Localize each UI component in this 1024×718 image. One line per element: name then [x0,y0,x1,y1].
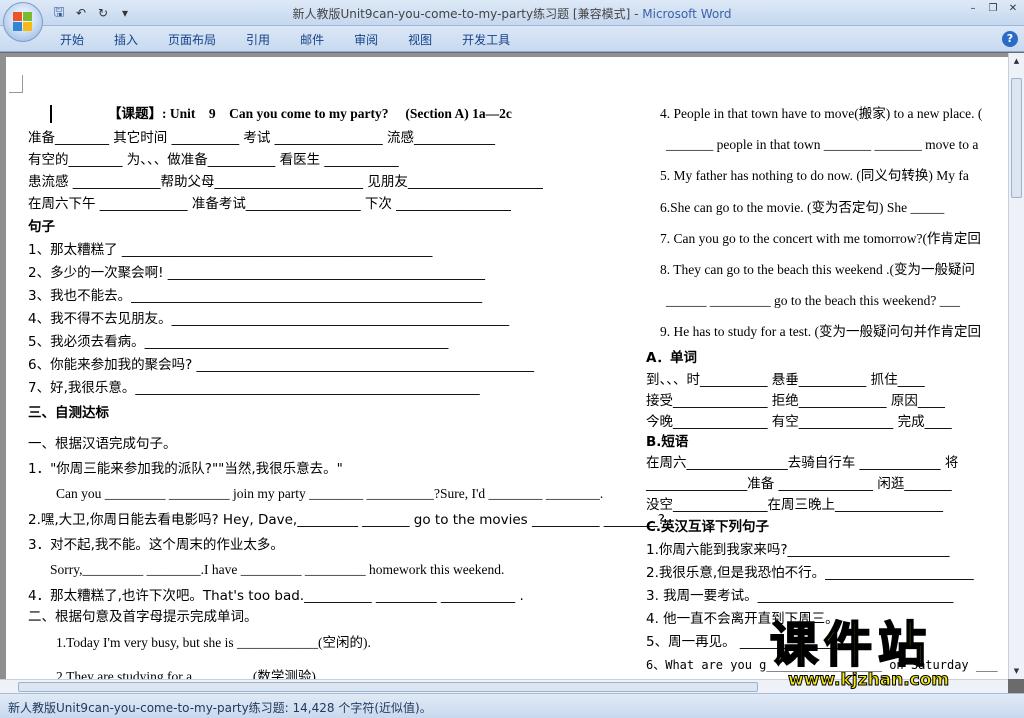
transform-item-8: 8. They can go to the beach this weekend… [660,262,976,277]
document-area: 【课题】: Unit 9 Can you come to my party? (… [0,53,1008,679]
section-heading-self-test: 三、自测达标 [28,405,109,421]
section-heading-sentences: 句子 [28,219,55,235]
phrases-row-2: _______________准备 ______________ 闲逛_____… [646,476,952,492]
transform-item-4: 4. People in that town have to move(搬家) … [660,106,983,121]
transform-item-7: 7. Can you go to the concert with me tom… [660,231,981,246]
ribbon-tabs: 开始 插入 页面布局 引用 邮件 审阅 视图 开发工具 [50,31,530,49]
tab-review[interactable]: 审阅 [344,31,388,49]
tab-view[interactable]: 视图 [398,31,442,49]
phrases-row-3: 没空______________在周三晚上________________ [646,497,943,513]
minimize-icon[interactable]: – [964,2,982,16]
site-watermark: 课件站 www.kjzhan.com [769,617,1010,691]
app-name: Microsoft Word [642,7,732,21]
exercise-question-4: 4．那太糟糕了,也许下次吧。That's too bad.__________ … [28,588,524,604]
exercise-question-2: 2.嘿,大卫,你周日能去看电影吗? Hey, Dave,_________ __… [28,512,665,528]
exercise-heading-2: 二、根据句意及首字母提示完成单词。 [28,609,258,625]
tab-insert[interactable]: 插入 [104,31,148,49]
horizontal-scroll-thumb[interactable] [18,682,758,692]
ribbon: 开始 插入 页面布局 引用 邮件 审阅 视图 开发工具 ? [0,26,1024,52]
section-heading-translate: C.英汉互译下列句子 [646,519,770,535]
transform-answer-4: _______ people in that town _______ ____… [666,137,979,152]
document-title: 新人教版Unit9can-you-come-to-my-party练习题 [兼容… [292,7,643,21]
margin-corner-mark [9,75,23,93]
document-page[interactable]: 【课题】: Unit 9 Can you come to my party? (… [6,57,1008,679]
tab-references[interactable]: 引用 [236,31,280,49]
translate-item-3: 3. 我周一要考试。_____________________________ [646,588,954,604]
vertical-scroll-thumb[interactable] [1011,78,1022,198]
help-icon[interactable]: ? [1002,31,1018,47]
office-logo-icon [13,12,33,32]
exercise-heading-1: 一、根据汉语完成句子。 [28,436,177,452]
exercise-question-1: 1．"你周三能来参加我的派队?""当然,我很乐意去。" [28,461,343,477]
lesson-title: 【课题】: Unit 9 Can you come to my party? (… [108,106,512,121]
sentence-item-1: 1、那太糟糕了 ________________________________… [28,242,433,258]
scroll-down-icon[interactable]: ▼ [1011,665,1022,677]
sentence-item-7: 7、好,我很乐意。_______________________________… [28,380,480,396]
transform-item-9: 9. He has to study for a test. (变为一般疑问句并… [660,324,981,339]
sentence-item-6: 6、你能来参加我的聚会吗? __________________________… [28,357,535,373]
words-row-1: 到、、、时__________ 悬垂__________ 抓住____ [646,372,925,388]
exercise-answer-1: Can you _________ _________ join my part… [56,486,604,501]
words-row-2: 接受______________ 拒绝_____________ 原因____ [646,393,945,409]
section-heading-words: A．单词 [646,350,697,366]
title-bar: 🖫 ↶ ↻ ▾ 新人教版Unit9can-you-come-to-my-part… [0,0,1024,26]
exercise-question-3: 3．对不起,我不能。这个周末的作业太多。 [28,537,284,553]
transform-answer-8: ______ _________ go to the beach this we… [666,293,960,308]
tab-page-layout[interactable]: 页面布局 [158,31,226,49]
status-text: 新人教版Unit9can-you-come-to-my-party练习题: 14… [8,701,432,715]
vocab-line-2: 有空的________ 为、、、做准备__________ 看医生 ______… [28,152,399,168]
sentence-item-2: 2、多少的一次聚会啊! ____________________________… [28,265,486,281]
exercise-answer-3: Sorry,_________ ________.I have ________… [50,562,505,577]
vocab-line-4: 在周六下午 _____________ 准备考试________________… [28,196,511,212]
tab-mailings[interactable]: 邮件 [290,31,334,49]
tab-home[interactable]: 开始 [50,31,94,49]
status-bar: 新人教版Unit9can-you-come-to-my-party练习题: 14… [0,693,1024,718]
vocab-line-3: 患流感 _____________帮助父母___________________… [28,174,543,190]
vertical-scrollbar[interactable]: ▲ ▼ [1008,53,1024,679]
watermark-title: 课件站 [769,617,933,673]
restore-icon[interactable]: ❐ [984,2,1002,16]
transform-item-6: 6.She can go to the movie. (变为否定句) She _… [660,200,945,215]
text-cursor [50,105,52,123]
phrases-row-1: 在周六_______________去骑自行车 ____________ 将 [646,455,959,471]
scroll-up-icon[interactable]: ▲ [1011,55,1022,67]
tab-developer[interactable]: 开发工具 [452,31,520,49]
close-icon[interactable]: ✕ [1004,2,1022,16]
translate-item-1: 1.你周六能到我家来吗?________________________ [646,542,950,558]
watermark-url: www.kjzhan.com [787,670,950,691]
section-heading-phrases: B.短语 [646,434,689,450]
window-controls: – ❐ ✕ [964,2,1022,16]
sentence-item-5: 5、我必须去看病。_______________________________… [28,334,449,350]
sentence-item-3: 3、我也不能去。________________________________… [28,288,483,304]
window-title: 新人教版Unit9can-you-come-to-my-party练习题 [兼容… [0,5,1024,22]
words-row-3: 今晚______________ 有空______________ 完成____ [646,414,952,430]
fill-word-item-2: 2.They are studying for a ________ (数学测验… [56,669,320,679]
office-button[interactable] [3,2,43,42]
sentence-item-4: 4、我不得不去见朋友。_____________________________… [28,311,510,327]
transform-item-5: 5. My father has nothing to do now. (同义句… [660,168,969,183]
fill-word-item-1: 1.Today I'm very busy, but she is ______… [56,635,371,650]
vocab-line-1: 准备________ 其它时间 __________ 考试 __________… [28,130,495,146]
translate-item-2: 2.我很乐意,但是我恐怕不行。______________________ [646,565,974,581]
